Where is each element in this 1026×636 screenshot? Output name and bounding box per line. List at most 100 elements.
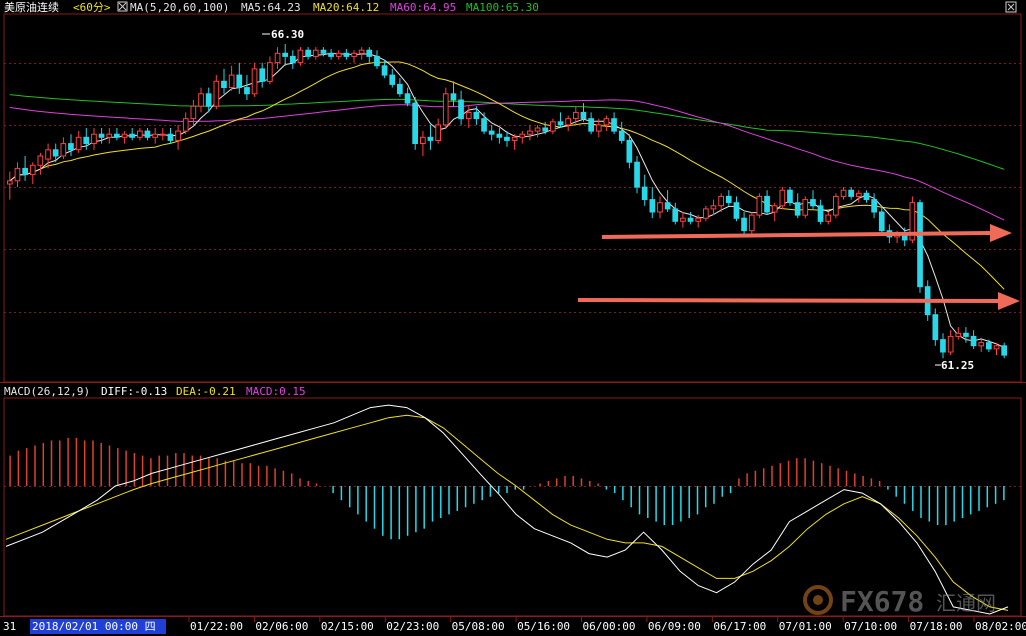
- candle: [817, 199, 824, 225]
- candle: [37, 152, 44, 175]
- candle: [450, 81, 457, 107]
- candle: [29, 162, 36, 184]
- time-axis-label: 02/23:00: [386, 620, 439, 633]
- ma20-value: MA20:64.12: [313, 1, 379, 14]
- candle: [137, 128, 143, 141]
- candle: [794, 193, 801, 219]
- candle: [534, 124, 541, 138]
- candle: [848, 187, 854, 200]
- candle: [550, 118, 556, 135]
- candle: [267, 56, 273, 85]
- candle: [649, 187, 656, 219]
- indicator-switch-icon[interactable]: [117, 1, 128, 12]
- candle: [22, 156, 28, 181]
- candle: [779, 187, 786, 209]
- candle: [611, 112, 617, 135]
- time-axis-label: 05/16:00: [517, 620, 570, 633]
- diff-line: [5, 404, 1009, 615]
- gridlines: [4, 63, 1021, 487]
- time-axis-label: 07/01:00: [779, 620, 832, 633]
- candle: [435, 118, 441, 144]
- macd-title: MACD(26,12,9): [4, 385, 90, 398]
- candle: [664, 190, 671, 212]
- macd-value: MACD:0.15: [246, 385, 306, 398]
- candle: [228, 65, 235, 91]
- candle: [932, 308, 939, 346]
- candle: [970, 330, 977, 349]
- candle: [221, 68, 227, 94]
- ma-title: MA(5,20,60,100): [130, 1, 229, 14]
- high-label: 66.30: [271, 28, 304, 41]
- candle: [741, 212, 747, 237]
- candle: [519, 131, 526, 144]
- candle: [7, 171, 13, 200]
- low-label: 61.25: [941, 359, 974, 372]
- candle: [481, 112, 487, 135]
- candle: [603, 115, 610, 132]
- ma5-value: MA5:64.23: [241, 1, 301, 14]
- ma60-line: [9, 99, 1005, 221]
- candle: [14, 162, 21, 188]
- watermark-text: FX678: [840, 585, 924, 618]
- ma100-value: MA100:65.30: [466, 1, 539, 14]
- candle: [297, 47, 304, 66]
- time-axis-label: 07/10:00: [844, 620, 897, 633]
- candle: [917, 199, 923, 293]
- period-label: <60分>: [73, 1, 111, 14]
- candle: [129, 128, 136, 141]
- candle: [198, 87, 204, 113]
- candle: [756, 193, 763, 219]
- candle: [657, 196, 663, 219]
- candle: [488, 124, 495, 141]
- candle: [978, 339, 985, 352]
- ma5-line: [9, 52, 1005, 349]
- candle: [397, 78, 403, 97]
- candle: [878, 205, 885, 234]
- dea-value: DEA:-0.21: [176, 385, 236, 398]
- time-axis-label: 06/17:00: [713, 620, 766, 633]
- candle: [909, 196, 916, 244]
- time-axis: 31 2018/02/01 00:00 四 01/22:00 02/06:00 02…: [3, 617, 1026, 634]
- candle: [343, 49, 350, 60]
- candle: [335, 50, 342, 60]
- candle: [282, 44, 288, 66]
- candle: [114, 128, 120, 141]
- candle: [412, 96, 418, 150]
- candle: [680, 212, 686, 228]
- candle: [527, 124, 533, 141]
- price-header: 美原油连续 <60分> MA(5,20,60,100) MA5:64.23 MA…: [4, 0, 539, 14]
- candle: [871, 193, 877, 219]
- candle: [244, 75, 250, 100]
- candle: [725, 190, 732, 206]
- candle: [213, 75, 220, 110]
- macd-lines: [5, 404, 1009, 615]
- candle: [68, 134, 74, 156]
- candle: [703, 205, 709, 222]
- candle: [641, 174, 648, 206]
- candle: [427, 124, 434, 150]
- candle: [358, 47, 365, 60]
- panel-close-icon[interactable]: [1005, 1, 1017, 13]
- candle: [764, 190, 770, 216]
- candle: [374, 50, 380, 69]
- watermark-subtext: 汇通网: [936, 591, 996, 615]
- moving-average-lines: [9, 52, 1005, 349]
- candle: [733, 196, 740, 222]
- candle: [940, 333, 946, 359]
- candle: [771, 202, 778, 222]
- time-axis-label: 02/15:00: [321, 620, 374, 633]
- candle: [159, 128, 166, 141]
- candlesticks: [7, 44, 1007, 359]
- time-axis-label: 05/08:00: [452, 620, 505, 633]
- time-axis-label: 01/22:00: [190, 620, 243, 633]
- ma60-value: MA60:64.95: [390, 1, 456, 14]
- candle: [833, 193, 839, 219]
- candle: [328, 49, 334, 60]
- candle: [404, 87, 411, 107]
- candle: [947, 330, 954, 356]
- candle: [787, 187, 793, 206]
- instrument-name: 美原油连续: [4, 0, 59, 14]
- selected-date[interactable]: 2018/02/01 00:00 四: [32, 620, 156, 633]
- candle: [91, 128, 97, 150]
- candle: [259, 62, 266, 88]
